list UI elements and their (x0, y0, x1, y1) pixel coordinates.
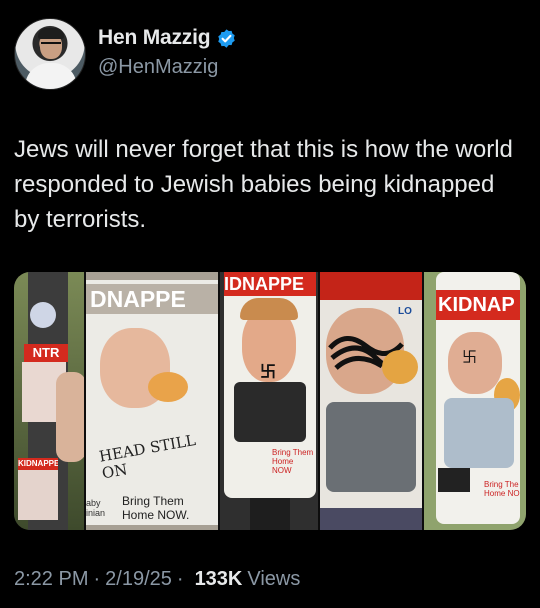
tweet-media-image[interactable]: NTR KIDNAPPE DNAPPE HEAD STILL ON Bring … (14, 272, 526, 530)
poster-headline: LO (398, 306, 412, 317)
views-count: 133K (194, 568, 243, 590)
media-panel-1: NTR KIDNAPPE (14, 272, 84, 530)
tweet-time[interactable]: 2:22 PM (14, 568, 88, 591)
sticker-text: NTR (24, 344, 68, 362)
poster-headline: DNAPPE (86, 284, 218, 314)
poster-slogan: Bring Them Home NOW (272, 448, 314, 475)
verified-badge-icon (218, 28, 236, 48)
author-handle[interactable]: @HenMazzig (98, 56, 218, 79)
media-panel-2: DNAPPE HEAD STILL ON Bring Them Home NOW… (84, 272, 218, 530)
poster-headline: IDNAPPE (224, 272, 316, 296)
tweet-meta: 2:22 PM · 2/19/25 · 133K Views (14, 568, 300, 591)
tweet-text: Jews will never forget that this is how … (14, 136, 513, 233)
tweet-date[interactable]: 2/19/25 (105, 568, 172, 591)
tweet-header: Hen Mazzig @HenMazzig (14, 18, 526, 90)
avatar[interactable] (14, 18, 86, 90)
separator: · (176, 568, 184, 590)
poster-side-text: aby inian (86, 498, 106, 518)
poster-slogan: Bring The Home NO (484, 480, 520, 498)
views-label: Views (247, 568, 301, 590)
author-row: Hen Mazzig (98, 26, 237, 50)
media-panel-5: KIDNAP 卐 Bring The Home NO (422, 272, 526, 530)
sticker-text: KIDNAPPE (18, 458, 58, 470)
separator: · (93, 568, 101, 590)
poster-headline: KIDNAP (436, 290, 520, 320)
media-panel-4: LO (318, 272, 422, 530)
author-name[interactable]: Hen Mazzig (98, 26, 211, 50)
poster-slogan: Bring Them Home NOW. (122, 494, 190, 522)
media-panel-3: IDNAPPE 卐 Bring Them Home NOW (218, 272, 318, 530)
